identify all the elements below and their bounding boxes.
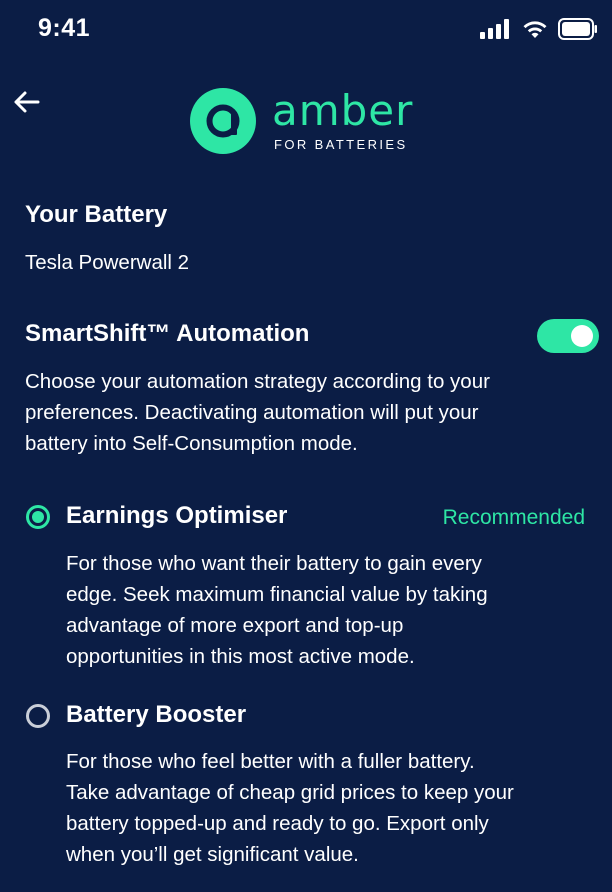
- automation-description: Choose your automation strategy accordin…: [25, 366, 595, 459]
- recommended-badge: Recommended: [442, 506, 585, 529]
- wifi-icon: [523, 21, 547, 38]
- earnings-optimiser-description: For those who want their battery to gain…: [66, 548, 596, 672]
- battery-heading: Your Battery: [25, 201, 168, 228]
- option-description-line: when you’ll get significant value.: [66, 843, 359, 866]
- automation-toggle[interactable]: [537, 319, 599, 353]
- battery-model: Tesla Powerwall 2: [25, 251, 190, 274]
- logo-wordmark: amber: [272, 85, 414, 135]
- status-time: 9:41: [38, 14, 91, 42]
- earnings-optimiser-radio[interactable]: [26, 505, 50, 529]
- option-description-line: opportunities in this most active mode.: [66, 645, 415, 668]
- option-description-line: edge. Seek maximum financial value by ta…: [66, 583, 488, 606]
- battery-icon: [558, 18, 597, 40]
- automation-description-line: battery into Self-Consumption mode.: [25, 432, 358, 455]
- option-description-line: Take advantage of cheap grid prices to k…: [66, 781, 514, 804]
- automation-description-line: preferences. Deactivating automation wil…: [25, 401, 479, 424]
- back-button[interactable]: [10, 86, 42, 118]
- cellular-signal-icon: [480, 19, 509, 39]
- status-icons: [480, 18, 598, 40]
- option-description-line: For those who want their battery to gain…: [66, 552, 482, 575]
- amber-logo-icon: [190, 88, 256, 154]
- option-description-line: battery topped-up and ready to go. Expor…: [66, 812, 489, 835]
- logo-subtitle: FOR BATTERIES: [274, 136, 408, 152]
- option-description-line: advantage of more export and top-up: [66, 614, 404, 637]
- automation-heading: SmartShift™ Automation: [25, 320, 310, 347]
- earnings-optimiser-title[interactable]: Earnings Optimiser: [66, 502, 287, 530]
- amber-logo: amber FOR BATTERIES: [190, 86, 413, 156]
- option-description-line: For those who feel better with a fuller …: [66, 750, 475, 773]
- status-bar: 9:41: [0, 0, 612, 62]
- battery-booster-radio[interactable]: [26, 704, 50, 728]
- battery-booster-description: For those who feel better with a fuller …: [66, 746, 596, 870]
- battery-booster-title[interactable]: Battery Booster: [66, 701, 246, 729]
- automation-description-line: Choose your automation strategy accordin…: [25, 370, 490, 393]
- back-arrow-icon: [14, 91, 40, 113]
- toggle-knob: [571, 325, 593, 347]
